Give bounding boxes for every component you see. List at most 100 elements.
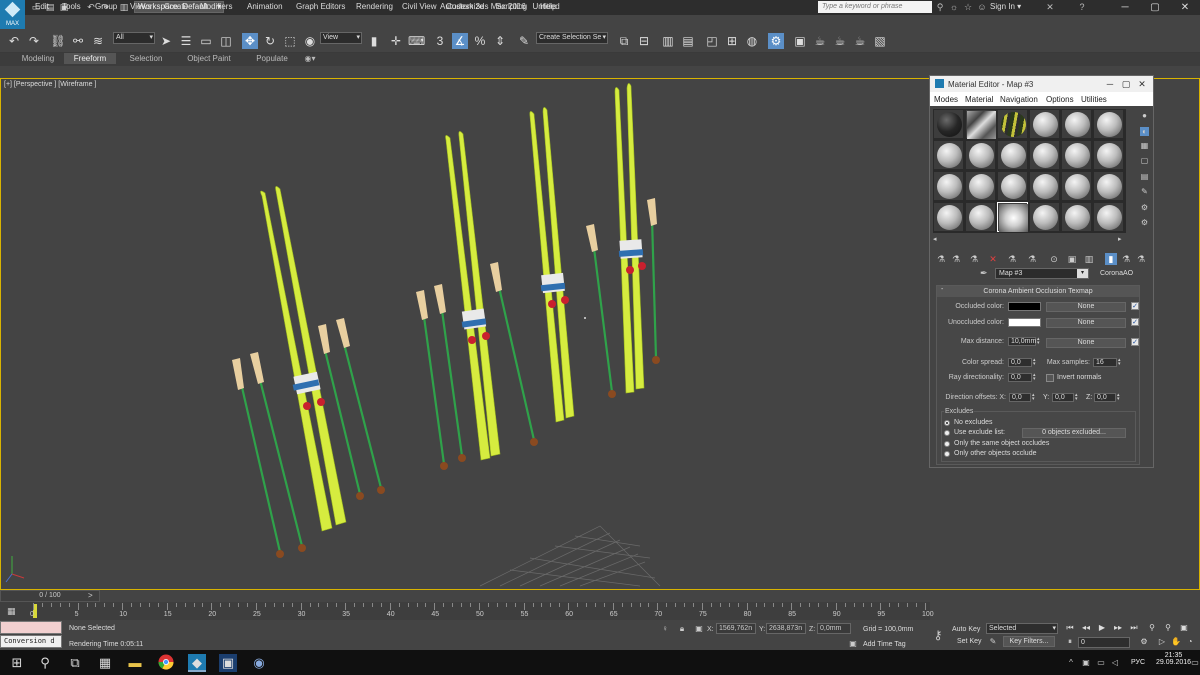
sample-slot[interactable] [1029, 140, 1060, 170]
tray-up-icon[interactable]: ^ [1066, 658, 1076, 668]
max-distance-map-checkbox[interactable]: ✓ [1131, 338, 1139, 346]
chevron-down-icon[interactable]: ▾ [1077, 269, 1088, 278]
minimize-button[interactable]: ─ [1110, 0, 1140, 15]
tab-freeform[interactable]: Freeform [64, 53, 116, 64]
select-object-icon[interactable]: ➤ [158, 33, 174, 49]
sample-slot[interactable] [997, 109, 1028, 139]
sample-slot[interactable] [965, 140, 996, 170]
select-and-scale-icon[interactable]: ⬚ [282, 33, 298, 49]
redo-icon[interactable]: ↷ [26, 33, 42, 49]
med-menu-modes[interactable]: Modes [934, 95, 958, 104]
max-distance-map-button[interactable]: None [1046, 338, 1126, 348]
sample-slot[interactable] [965, 109, 996, 139]
snaps-toggle-icon[interactable]: 3 [432, 33, 448, 49]
ribbon-options-icon[interactable]: ◉▾ [302, 53, 318, 64]
key-filters-button[interactable]: Key Filters... [1003, 636, 1055, 647]
menu-group[interactable]: Group [95, 2, 117, 11]
med-menu-navigation[interactable]: Navigation [1000, 95, 1038, 104]
material-editor-icon[interactable]: ◍ [744, 33, 760, 49]
layer-explorer-icon[interactable]: ▥ [660, 33, 676, 49]
absolute-mode-icon[interactable]: ▣ [694, 624, 704, 634]
offset-x-spinner[interactable]: 0,0 [1009, 393, 1031, 402]
sample-slot[interactable] [1093, 140, 1124, 170]
menu-graph-editors[interactable]: Graph Editors [296, 2, 345, 11]
offset-y-spinner[interactable]: 0,0 [1052, 393, 1074, 402]
rollout-title[interactable]: Corona Ambient Occlusion Texmap [937, 286, 1139, 297]
pivot-center-icon[interactable]: ▮ [366, 33, 382, 49]
med-menu-material[interactable]: Material [965, 95, 993, 104]
sample-slot[interactable] [1029, 171, 1060, 201]
spinner-arrows-icon[interactable]: ▴ ▾ [1032, 393, 1037, 402]
input-language[interactable]: РУС [1131, 659, 1145, 666]
menu-civil-view[interactable]: Civil View [402, 2, 437, 11]
y-coord-field[interactable]: 2638,873n [766, 623, 806, 634]
menu-tools[interactable]: Tools [62, 2, 81, 11]
material-editor-close-button[interactable]: ✕ [1134, 77, 1150, 91]
keyboard-shortcut-icon[interactable]: ⌨ [408, 33, 425, 49]
make-unique-icon[interactable]: ⚗ [1006, 253, 1018, 265]
zoom-extents-icon[interactable]: ▣ [1178, 623, 1190, 633]
tray-app-icon[interactable]: ▣ [1081, 658, 1091, 668]
volume-icon[interactable]: ◁ [1110, 658, 1120, 668]
zoom-all-icon[interactable]: ⚲ [1162, 623, 1174, 633]
key-mode-dropdown[interactable]: Selected ▾ [986, 623, 1058, 634]
bind-space-warp-icon[interactable]: ≋ [90, 33, 106, 49]
max-samples-spinner[interactable]: 16 [1093, 358, 1117, 367]
time-slider[interactable]: 0 / 100 [0, 590, 100, 602]
unoccluded-color-swatch[interactable] [1008, 318, 1041, 327]
sample-slot[interactable] [1061, 109, 1092, 139]
angle-snap-icon[interactable]: ∡ [452, 33, 468, 49]
menu-animation[interactable]: Animation [247, 2, 283, 11]
med-menu-utilities[interactable]: Utilities [1081, 95, 1107, 104]
add-time-tag-button[interactable]: Add Time Tag [863, 641, 906, 648]
tab-object-paint[interactable]: Object Paint [180, 53, 238, 64]
sample-slot[interactable] [933, 109, 964, 139]
sample-slot[interactable] [933, 202, 964, 232]
key-filter-toggle-icon[interactable]: ✎ [988, 637, 998, 647]
pick-material-icon[interactable]: ✒ [980, 268, 988, 279]
3dsmax-taskbar-icon[interactable]: ◆ [188, 654, 206, 672]
sample-slot[interactable] [933, 171, 964, 201]
project-folder-icon[interactable]: ▥ [118, 2, 130, 13]
sample-slot[interactable] [1061, 140, 1092, 170]
rectangular-selection-icon[interactable]: ▭ [198, 33, 214, 49]
menu-modifiers[interactable]: Modifiers [200, 2, 232, 11]
sample-slot[interactable] [1061, 171, 1092, 201]
scroll-right-icon[interactable]: ▸ [1118, 235, 1122, 243]
spinner-arrows-icon[interactable]: ▴ ▾ [1037, 337, 1042, 346]
sample-uv-tiling-icon[interactable]: ▢ [1140, 156, 1149, 165]
close-button[interactable]: ✕ [1170, 0, 1200, 15]
select-and-rotate-icon[interactable]: ↻ [262, 33, 278, 49]
task-view-icon[interactable]: ⧉ [66, 654, 84, 672]
chevron-right-icon[interactable]: > [88, 591, 93, 600]
offset-z-spinner[interactable]: 0,0 [1094, 393, 1116, 402]
system-clock[interactable]: 21:35 29.09.2016 [1156, 652, 1191, 666]
lock-selection-icon[interactable]: 🔒︎ [677, 624, 687, 634]
go-to-start-icon[interactable]: ⏮ [1064, 623, 1076, 633]
star-icon[interactable]: ☆ [962, 1, 974, 13]
maximize-button[interactable]: ▢ [1140, 0, 1170, 15]
render-production-icon[interactable]: ☕ [812, 33, 828, 49]
go-to-end-icon[interactable]: ⏭ [1128, 623, 1140, 633]
zoom-icon[interactable]: ⚲ [1146, 623, 1158, 633]
sample-slot[interactable] [1029, 202, 1060, 232]
menu-rendering[interactable]: Rendering [356, 2, 393, 11]
tab-modeling[interactable]: Modeling [12, 53, 64, 64]
sample-slot[interactable] [997, 171, 1028, 201]
spinner-arrows-icon[interactable]: ▴ ▾ [1118, 358, 1123, 367]
play-icon[interactable]: ▶ [1096, 623, 1108, 633]
time-configuration-icon[interactable]: ⚙ [1138, 637, 1150, 647]
spinner-arrows-icon[interactable]: ▴ ▾ [1033, 358, 1038, 367]
selection-filter-dropdown[interactable]: All ▾ [113, 32, 155, 44]
sample-slot[interactable] [965, 202, 996, 232]
put-material-icon[interactable]: ⚗ [950, 253, 962, 265]
tab-selection[interactable]: Selection [120, 53, 172, 64]
map-name-field[interactable]: Map #3 [995, 268, 1089, 279]
mini-curve-editor-icon[interactable]: ▦ [7, 606, 16, 617]
menu-edit[interactable]: Edit [35, 2, 49, 11]
scroll-left-icon[interactable]: ◂ [933, 235, 937, 243]
key-mode-toggle-icon[interactable]: ⏸ [1064, 637, 1076, 647]
corona-vfb-icon[interactable]: ▣ [219, 654, 237, 672]
maxscript-output[interactable]: Conversion d [0, 635, 62, 648]
render-online-icon[interactable]: ▧ [872, 33, 888, 49]
